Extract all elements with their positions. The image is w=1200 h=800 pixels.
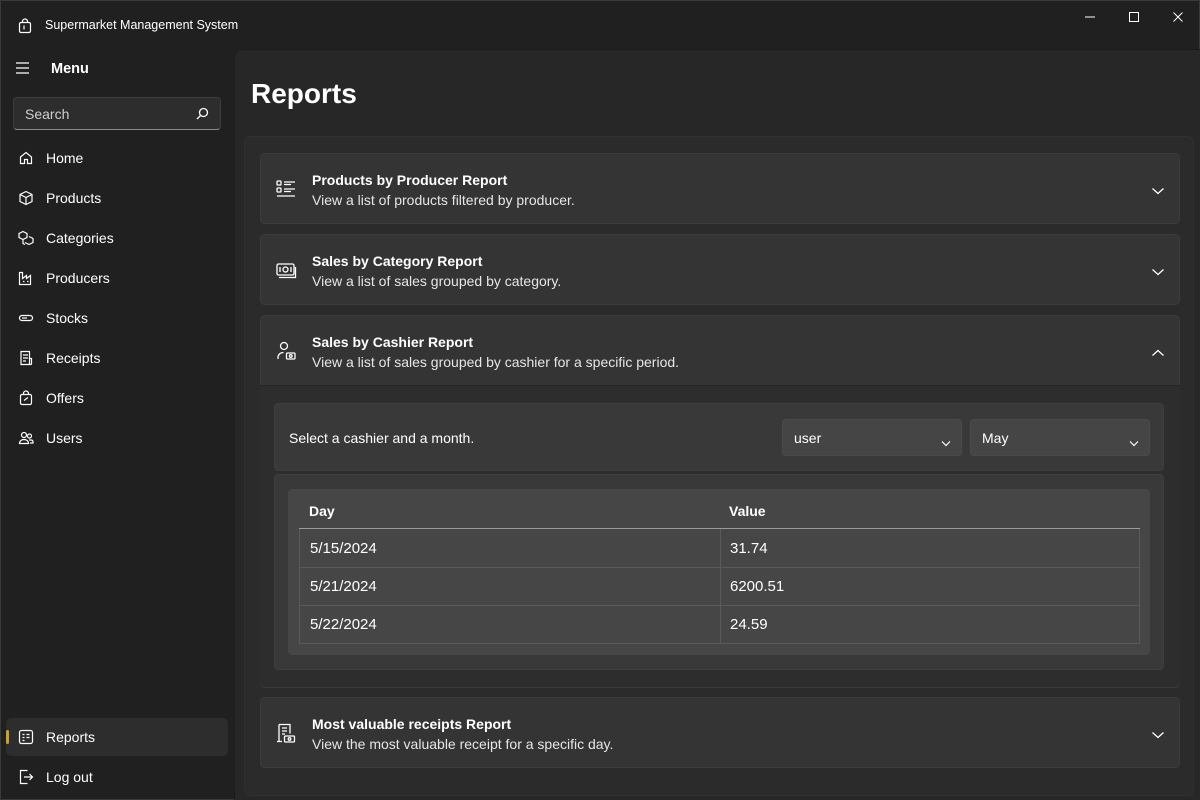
page-title: Reports [251, 78, 357, 109]
sidebar-item-receipts[interactable]: Receipts [6, 339, 228, 377]
expander-header[interactable]: Products by Producer Report View a list … [261, 154, 1179, 223]
sidebar-item-label: Home [46, 150, 84, 166]
sidebar-item-stocks[interactable]: Stocks [6, 299, 228, 337]
sidebar-item-label: Producers [46, 270, 110, 286]
hamburger-menu-icon[interactable] [15, 61, 35, 77]
expander-description: View a list of sales grouped by category… [312, 273, 562, 289]
chevron-down-icon[interactable] [1151, 727, 1165, 739]
sidebar-item-label: Users [46, 430, 83, 446]
menu-label: Menu [51, 61, 89, 77]
search-icon[interactable] [196, 107, 209, 120]
chevron-down-icon[interactable] [1151, 183, 1165, 195]
home-icon [18, 150, 34, 166]
shopping-bag-icon [17, 18, 33, 34]
cell-day: 5/15/2024 [310, 540, 377, 557]
logout-icon [18, 769, 34, 785]
factory-icon [18, 270, 34, 286]
expander-title: Most valuable receipts Report [312, 716, 512, 732]
expander-header[interactable]: Sales by Category Report View a list of … [261, 235, 1179, 304]
report-most-valuable-receipts: Most valuable receipts Report View the m… [260, 697, 1180, 768]
sidebar-item-label: Products [46, 190, 102, 206]
shopping-bag-icon [18, 390, 34, 406]
expander-title: Sales by Category Report [312, 253, 483, 269]
sidebar-item-label: Reports [46, 729, 96, 745]
cell-day: 5/22/2024 [310, 616, 377, 633]
expander-header[interactable]: Most valuable receipts Report View the m… [261, 698, 1179, 767]
minimize-button[interactable] [1067, 1, 1113, 33]
cell-value: 31.74 [730, 540, 768, 557]
sidebar-item-label: Categories [46, 230, 114, 246]
stock-icon [18, 310, 34, 326]
maximize-button[interactable] [1111, 1, 1157, 33]
expander-title: Sales by Cashier Report [312, 334, 474, 350]
sidebar-item-users[interactable]: Users [6, 419, 228, 457]
sidebar-item-logout[interactable]: Log out [6, 758, 228, 796]
sidebar-item-categories[interactable]: Categories [6, 219, 228, 257]
sales-table: Day Value 5/15/2024 31.74 5/21/2024 6200… [288, 489, 1150, 655]
expander-header[interactable]: Sales by Cashier Report View a list of s… [261, 316, 1179, 385]
chevron-down-icon[interactable] [1151, 264, 1165, 276]
sidebar-item-reports[interactable]: Reports [6, 718, 228, 756]
cashier-dropdown-value: user [794, 430, 822, 446]
app-window: Supermarket Management System Menu Searc… [0, 0, 1200, 800]
expander-content: Select a cashier and a month. user May D… [260, 385, 1180, 687]
report-products-by-producer: Products by Producer Report View a list … [260, 153, 1180, 224]
sidebar-item-label: Offers [46, 390, 84, 406]
cell-value: 6200.51 [730, 578, 785, 595]
report-icon [18, 729, 34, 745]
cell-day: 5/21/2024 [310, 578, 377, 595]
expander-description: View the most valuable receipt for a spe… [312, 736, 614, 752]
report-sales-by-cashier: Sales by Cashier Report View a list of s… [260, 315, 1180, 688]
table-row[interactable]: 5/15/2024 31.74 [299, 529, 1140, 568]
expander-description: View a list of products filtered by prod… [312, 192, 575, 208]
filter-bar: Select a cashier and a month. user May [274, 403, 1164, 471]
chevron-up-icon[interactable] [1151, 345, 1165, 356]
column-divider [720, 529, 721, 567]
sidebar-item-offers[interactable]: Offers [6, 379, 228, 417]
title-bar: Supermarket Management System [1, 1, 1199, 49]
receipt-icon [18, 350, 34, 366]
sidebar-item-products[interactable]: Products [6, 179, 228, 217]
month-dropdown-value: May [982, 430, 1009, 446]
receipt-money-icon [275, 722, 297, 744]
sidebar: Menu Home Products [1, 49, 233, 800]
table-row[interactable]: 5/21/2024 6200.51 [299, 567, 1140, 606]
sidebar-item-label: Stocks [46, 310, 89, 326]
cashier-dropdown[interactable]: user [782, 419, 962, 456]
expander-description: View a list of sales grouped by cashier … [312, 354, 680, 370]
sidebar-item-label: Log out [46, 769, 93, 785]
money-icon [275, 259, 297, 281]
chevron-down-icon [1129, 434, 1139, 447]
close-button[interactable] [1155, 1, 1200, 33]
users-icon [18, 430, 34, 446]
table-row[interactable]: 5/22/2024 24.59 [299, 605, 1140, 644]
boxes-icon [18, 230, 34, 246]
search-box[interactable] [13, 97, 221, 130]
column-divider [720, 567, 721, 605]
sidebar-item-producers[interactable]: Producers [6, 259, 228, 297]
list-icon [275, 178, 297, 200]
sidebar-item-home[interactable]: Home [6, 139, 228, 177]
sales-table-container: Day Value 5/15/2024 31.74 5/21/2024 6200… [274, 474, 1164, 670]
expander-title: Products by Producer Report [312, 172, 508, 188]
month-dropdown[interactable]: May [970, 419, 1150, 456]
sidebar-item-label: Receipts [46, 350, 101, 366]
chevron-down-icon [941, 434, 951, 447]
search-input[interactable] [14, 98, 194, 129]
cashier-icon [275, 340, 297, 362]
cell-value: 24.59 [730, 616, 768, 633]
column-header-day[interactable]: Day [309, 503, 335, 519]
report-sales-by-category: Sales by Category Report View a list of … [260, 234, 1180, 305]
main-content: Reports Products by Producer Report View… [234, 49, 1200, 800]
app-title: Supermarket Management System [45, 18, 239, 32]
box-icon [18, 190, 34, 206]
reports-panel: Products by Producer Report View a list … [244, 136, 1194, 796]
column-divider [720, 605, 721, 643]
filter-prompt: Select a cashier and a month. [289, 430, 475, 446]
column-header-value[interactable]: Value [729, 503, 766, 519]
